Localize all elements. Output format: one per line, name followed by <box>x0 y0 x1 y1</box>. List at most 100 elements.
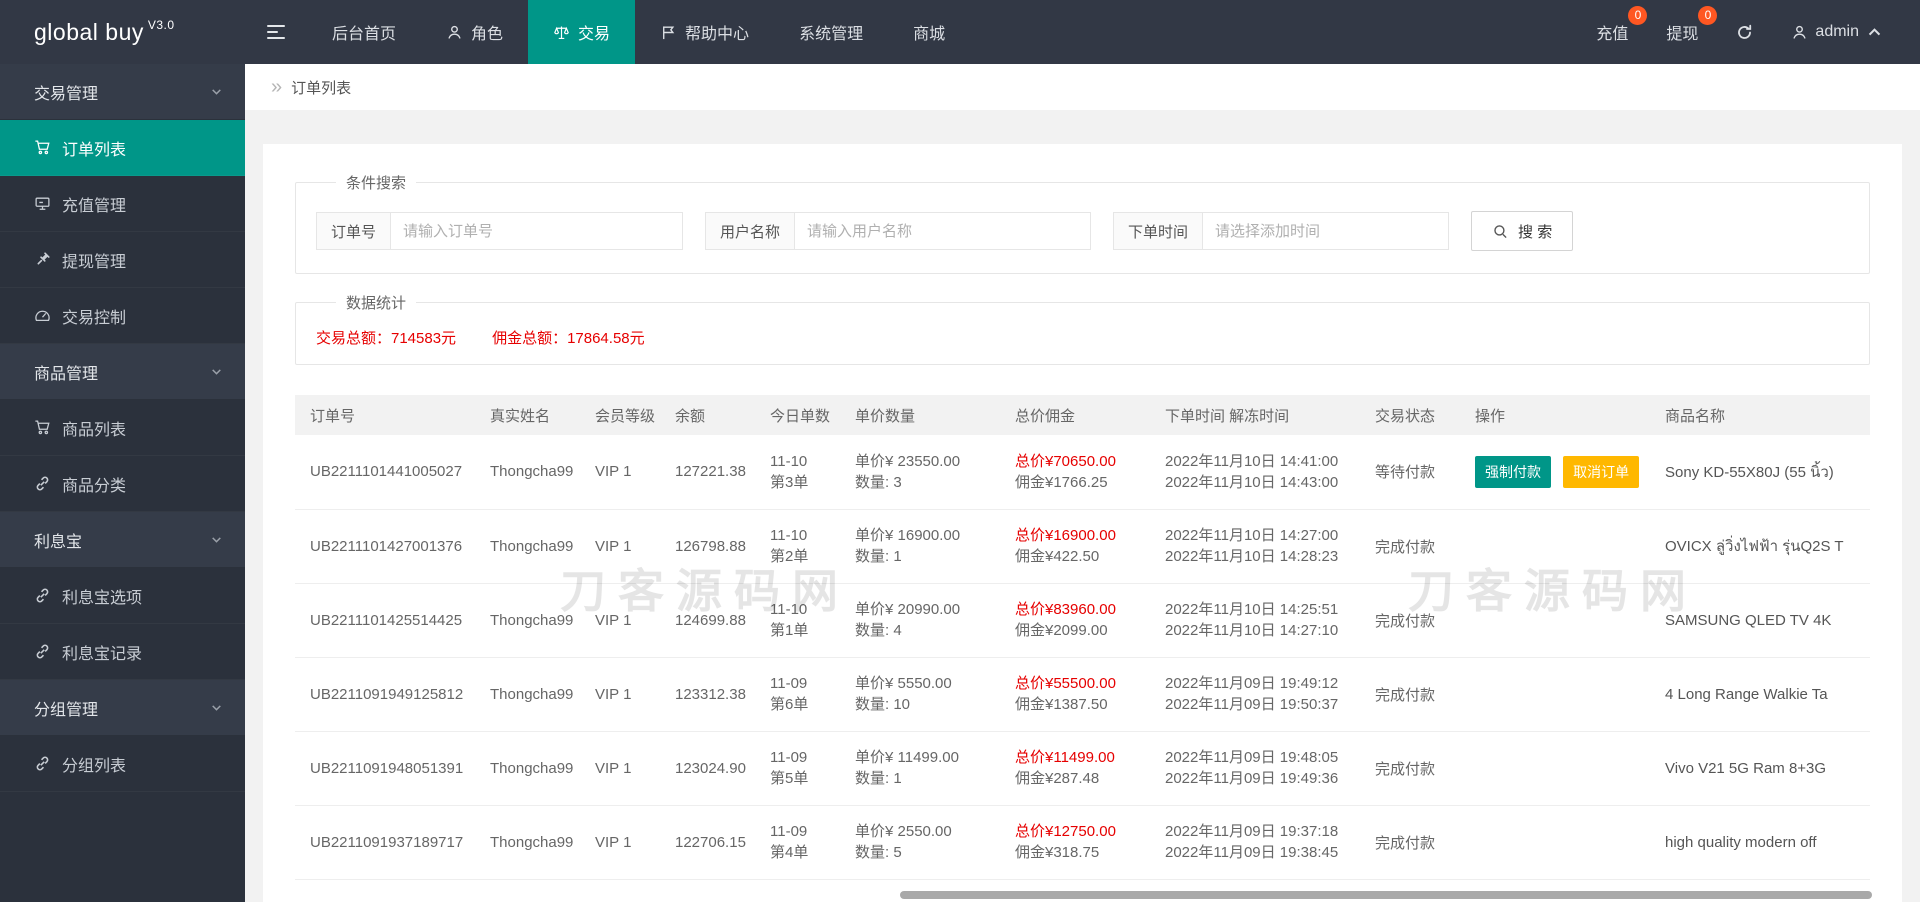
topnav-item-label: 后台首页 <box>332 26 397 43</box>
table-header-5: 单价数量 <box>845 395 1005 435</box>
cell-product-name: OVICX ลู่วิ่งไฟฟ้า รุ่นQ2S T <box>1655 509 1870 584</box>
cell-order-id: UB2211101425514425 <box>295 583 480 658</box>
cell-order-id: UB2211101441005027 <box>295 435 480 510</box>
search-legend: 条件搜索 <box>346 175 407 192</box>
user-menu[interactable]: admin <box>1772 0 1902 64</box>
cell-times: 2022年11月10日 14:27:00 2022年11月10日 14:28:23 <box>1155 509 1365 584</box>
user-name-field-group: 用户名称 <box>705 212 1092 250</box>
sidebar-group-8[interactable]: 利息宝 <box>0 512 245 568</box>
table-header-0: 订单号 <box>295 395 480 435</box>
sidebar-item-10[interactable]: 利息宝记录 <box>0 624 245 680</box>
table-row: UB2211091948051391 Thongcha99 VIP 1 1230… <box>295 731 1870 806</box>
sidebar-group-0[interactable]: 交易管理 <box>0 64 245 120</box>
table-row: UB2211101425514425 Thongcha99 VIP 1 1246… <box>295 583 1870 658</box>
cell-today-orders: 11-10 第2单 <box>760 509 845 584</box>
cell-times: 2022年11月09日 19:49:12 2022年11月09日 19:50:37 <box>1155 657 1365 732</box>
user-icon <box>1791 24 1808 41</box>
cell-price-quantity: 单价¥ 20990.00 数量: 4 <box>845 583 1005 658</box>
status-text: 完成付款 <box>1375 538 1436 556</box>
topnav-item-label: 角色 <box>471 26 504 43</box>
sidebar-item-7[interactable]: 商品分类 <box>0 456 245 512</box>
cell-price-quantity: 单价¥ 2550.00 数量: 5 <box>845 805 1005 880</box>
order-time-field-group: 下单时间 <box>1113 212 1450 250</box>
cancel-order-button[interactable]: 取消订单 <box>1563 455 1640 488</box>
cell-status: 完成付款 <box>1365 583 1465 658</box>
cell-order-id: UB2211091948051391 <box>295 731 480 806</box>
table-row: UB2211101441005027 Thongcha99 VIP 1 1272… <box>295 435 1870 510</box>
refresh-button[interactable] <box>1717 0 1772 64</box>
cell-status: 完成付款 <box>1365 731 1465 806</box>
app-logo-text: global buy <box>34 18 144 45</box>
cell-price-quantity: 单价¥ 5550.00 数量: 10 <box>845 657 1005 732</box>
sidebar-item-label: 利息宝记录 <box>62 645 143 663</box>
chevron-up-icon <box>1866 24 1883 41</box>
link-icon <box>34 755 51 772</box>
topnav-recharge[interactable]: 充值 0 <box>1577 0 1648 64</box>
cell-today-orders: 11-09 第6单 <box>760 657 845 732</box>
search-button[interactable]: 搜 索 <box>1471 211 1574 251</box>
app-version: V3.0 <box>147 18 175 32</box>
cell-total-commission: 总价¥16900.00 佣金¥422.50 <box>1005 509 1155 584</box>
link-icon <box>34 475 51 492</box>
menu-toggle-icon[interactable] <box>245 0 307 64</box>
topnav-item-1[interactable]: 角色 <box>421 0 528 64</box>
topnav-item-2[interactable]: 交易 <box>528 0 636 64</box>
scales-icon <box>553 24 570 41</box>
sidebar-item-4[interactable]: 交易控制 <box>0 288 245 344</box>
breadcrumb-arrows-icon: » <box>271 76 283 98</box>
cell-vip-level: VIP 1 <box>585 509 665 584</box>
cell-vip-level: VIP 1 <box>585 583 665 658</box>
topnav-item-label: 商城 <box>913 26 946 43</box>
stats-legend: 数据统计 <box>346 295 407 312</box>
sidebar-item-label: 商品分类 <box>62 477 127 495</box>
status-text: 完成付款 <box>1375 834 1436 852</box>
topnav-item-0[interactable]: 后台首页 <box>307 0 421 64</box>
table-header-10: 商品名称 <box>1655 395 1870 435</box>
sidebar-item-label: 提现管理 <box>62 253 127 271</box>
search-fieldset: 条件搜索 订单号 用户名称 下单时间 <box>295 172 1870 274</box>
topnav-item-label: 交易 <box>578 26 611 43</box>
sidebar-item-label: 交易控制 <box>62 309 127 327</box>
sidebar-group-5[interactable]: 商品管理 <box>0 344 245 400</box>
horizontal-scrollbar-thumb[interactable] <box>900 891 1872 899</box>
force-pay-button[interactable]: 强制付款 <box>1475 455 1551 488</box>
cart-icon <box>34 419 51 436</box>
sidebar-item-9[interactable]: 利息宝选项 <box>0 568 245 624</box>
cell-times: 2022年11月10日 14:41:00 2022年11月10日 14:43:00 <box>1155 435 1365 510</box>
recharge-label: 充值 <box>1596 26 1629 43</box>
refresh-icon <box>1736 24 1753 41</box>
order-time-input[interactable] <box>1203 212 1450 250</box>
topnav-item-4[interactable]: 系统管理 <box>774 0 888 64</box>
board-icon <box>34 195 51 212</box>
cell-today-orders: 11-09 第4单 <box>760 805 845 880</box>
user-name-input[interactable] <box>795 212 1092 250</box>
cell-balance: 123312.38 <box>665 657 760 732</box>
cell-total-commission: 总价¥55500.00 佣金¥1387.50 <box>1005 657 1155 732</box>
sidebar-item-6[interactable]: 商品列表 <box>0 400 245 456</box>
topnav-item-3[interactable]: 帮助中心 <box>635 0 774 64</box>
withdraw-badge: 0 <box>1698 6 1718 25</box>
cell-balance: 123024.90 <box>665 731 760 806</box>
sidebar-item-label: 利息宝 <box>34 533 83 551</box>
sidebar-group-11[interactable]: 分组管理 <box>0 680 245 736</box>
sidebar-item-label: 商品列表 <box>62 421 127 439</box>
cell-times: 2022年11月10日 14:25:51 2022年11月10日 14:27:10 <box>1155 583 1365 658</box>
status-text: 完成付款 <box>1375 612 1436 630</box>
cell-product-name: high quality modern off <box>1655 805 1870 880</box>
topnav-withdraw[interactable]: 提现 0 <box>1647 0 1718 64</box>
cell-order-id: UB2211101427001376 <box>295 509 480 584</box>
topnav-item-5[interactable]: 商城 <box>888 0 970 64</box>
sidebar-item-12[interactable]: 分组列表 <box>0 736 245 792</box>
sidebar-item-3[interactable]: 提现管理 <box>0 232 245 288</box>
cell-status: 完成付款 <box>1365 657 1465 732</box>
recharge-badge: 0 <box>1628 6 1648 25</box>
cell-product-name: 4 Long Range Walkie Ta <box>1655 657 1870 732</box>
sidebar-item-2[interactable]: 充值管理 <box>0 176 245 232</box>
sidebar-item-1[interactable]: 订单列表 <box>0 120 245 176</box>
order-id-field-group: 订单号 <box>316 212 684 250</box>
total-trade-amount: 交易总额：714583元 <box>316 330 457 347</box>
cell-product-name: Sony KD-55X80J (55 นิ้ว) <box>1655 435 1870 510</box>
app-logo: global buy V3.0 <box>0 0 245 64</box>
table-header-3: 余额 <box>665 395 760 435</box>
order-id-input[interactable] <box>391 212 684 250</box>
